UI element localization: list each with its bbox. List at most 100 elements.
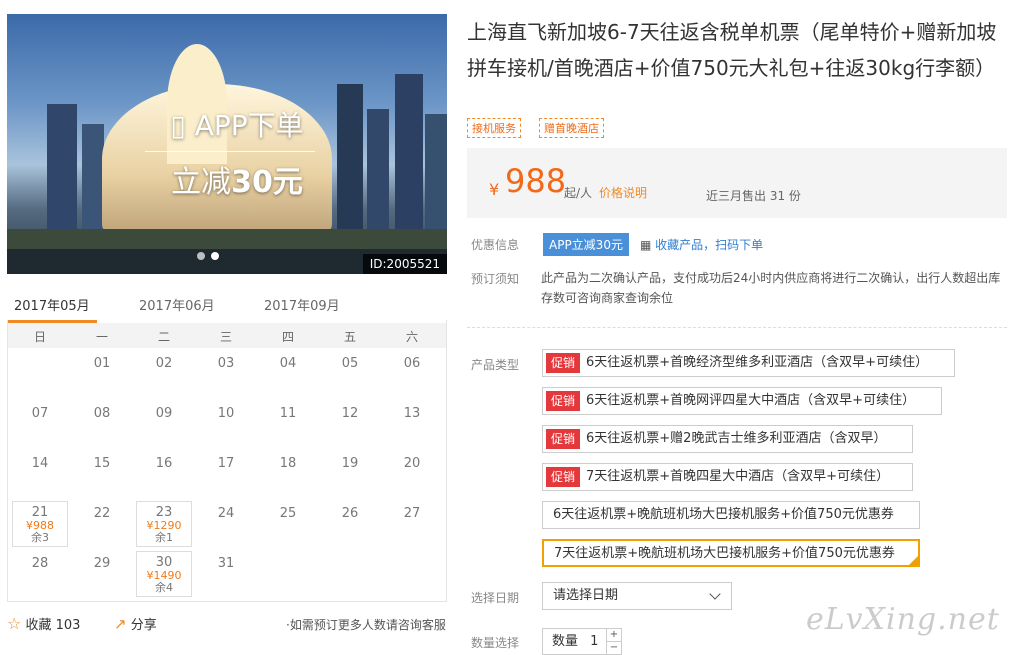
date-select[interactable]: 请选择日期 — [542, 582, 732, 610]
calendar-day: 01 — [93, 356, 111, 371]
share-icon: ↗ — [114, 615, 127, 633]
price-currency: ¥ — [489, 180, 500, 199]
date-label: 选择日期 — [471, 591, 520, 605]
promo-line2-prefix: 立减 — [171, 165, 232, 200]
product-type-option-text: 6天往返机票+首晚经济型维多利亚酒店（含双早+可续住） — [586, 355, 929, 370]
quantity-increment-button[interactable]: + — [606, 629, 621, 642]
calendar-day: 20 — [403, 456, 421, 471]
promo-badge: 促销 — [546, 353, 581, 373]
calendar-day: 12 — [341, 406, 359, 421]
calendar-day-remaining: 余4 — [155, 581, 173, 594]
selected-check-icon — [909, 556, 918, 565]
tag-pickup-service: 接机服务 — [467, 118, 521, 138]
calendar-day: 27 — [403, 506, 421, 521]
weekday-header: 四 — [281, 330, 294, 344]
phone-icon: ▯ — [170, 109, 186, 142]
carousel-dot[interactable] — [197, 252, 205, 260]
quantity-stepper[interactable]: 数量 1 + − — [542, 628, 622, 655]
quantity-prefix: 数量 — [552, 634, 579, 649]
promo-divider — [145, 151, 315, 152]
weekday-header: 二 — [157, 330, 170, 344]
calendar-day: 07 — [31, 406, 49, 421]
weekday-header: 一 — [95, 330, 108, 344]
notice-label: 预订须知 — [471, 272, 520, 286]
qr-code-icon: ▦ — [640, 238, 652, 252]
calendar-day: 24 — [217, 506, 235, 521]
promo-badge: 促销 — [546, 391, 581, 411]
calendar-day: 18 — [279, 456, 297, 471]
calendar-day-remaining: 余1 — [155, 531, 173, 544]
carousel-dot-active[interactable] — [211, 252, 219, 260]
product-type-option-text: 7天往返机票+首晚四星大中酒店（含双早+可续住） — [586, 469, 890, 484]
promo-badge: 促销 — [546, 429, 581, 449]
sold-count: 近三月售出 31 份 — [706, 189, 801, 203]
promo-line1-text: APP下单 — [194, 109, 304, 142]
favorite-button[interactable]: ☆ 收藏 103 — [7, 614, 80, 633]
weekday-header: 六 — [405, 330, 418, 344]
calendar-day: 25 — [279, 506, 297, 521]
app-discount-badge: APP立减30元 — [543, 233, 629, 256]
calendar-day: 11 — [279, 406, 297, 421]
product-type-option-text: 6天往返机票+赠2晚武吉士维多利亚酒店（含双早） — [586, 431, 887, 446]
calendar-day: 02 — [155, 356, 173, 371]
product-type-option-selected[interactable]: 7天往返机票+晚航班机场大巴接机服务+价值750元优惠券 — [542, 539, 920, 567]
promo-line-app-order: ▯ APP下单 — [147, 104, 327, 144]
product-title: 上海直飞新加坡6-7天往返含税单机票（尾单特价+赠新加坡拼车接机/首晚酒店+价值… — [467, 20, 997, 80]
star-icon: ☆ — [7, 614, 22, 633]
image-id-badge: ID:2005521 — [362, 254, 447, 274]
calendar-day-remaining: 余3 — [31, 531, 49, 544]
price-unit: 起/人 — [564, 186, 593, 200]
product-type-option[interactable]: 6天往返机票+晚航班机场大巴接机服务+价值750元优惠券 — [542, 501, 920, 529]
calendar-day: 14 — [31, 456, 49, 471]
discount-label: 优惠信息 — [471, 238, 520, 252]
consult-note: ·如需预订更多人数请咨询客服 — [286, 618, 446, 632]
product-type-option[interactable]: 促销 7天往返机票+首晚四星大中酒店（含双早+可续住） — [542, 463, 913, 491]
share-button[interactable]: ↗ 分享 — [114, 614, 157, 633]
tag-free-hotel: 赠首晚酒店 — [539, 118, 604, 138]
calendar-day: 03 — [217, 356, 235, 371]
calendar-day: 22 — [93, 506, 111, 521]
product-type-option-text: 6天往返机票+晚航班机场大巴接机服务+价值750元优惠券 — [553, 507, 894, 522]
calendar-day-available[interactable]: 23 ¥1290 余1 — [136, 501, 192, 547]
price-value: 988 — [505, 162, 567, 200]
price-description-link[interactable]: 价格说明 — [599, 184, 647, 201]
product-type-option[interactable]: 促销 6天往返机票+首晚网评四星大中酒店（含双早+可续住） — [542, 387, 942, 415]
product-hero-image[interactable]: ▯ APP下单 立减30元 ID:2005521 — [7, 14, 447, 274]
qr-link-text: 收藏产品，扫码下单 — [655, 238, 764, 252]
weekday-header: 日 — [33, 330, 46, 344]
section-divider — [467, 327, 1007, 328]
product-type-option-text: 6天往返机票+首晚网评四星大中酒店（含双早+可续住） — [586, 393, 916, 408]
calendar-day: 10 — [217, 406, 235, 421]
calendar-day: 26 — [341, 506, 359, 521]
date-select-value: 请选择日期 — [553, 588, 619, 603]
calendar-day-available[interactable]: 21 ¥988 余3 — [12, 501, 68, 547]
favorite-count: 103 — [55, 618, 81, 633]
product-type-option[interactable]: 促销 6天往返机票+首晚经济型维多利亚酒店（含双早+可续住） — [542, 349, 955, 377]
month-tab-2017-05[interactable]: 2017年05月 — [14, 295, 90, 314]
favorite-label: 收藏 — [25, 618, 52, 633]
share-label: 分享 — [130, 618, 157, 633]
product-type-option[interactable]: 促销 6天往返机票+赠2晚武吉士维多利亚酒店（含双早） — [542, 425, 913, 453]
calendar-day-available[interactable]: 30 ¥1490 余4 — [136, 551, 192, 597]
site-watermark: eLvXing.net — [806, 602, 1000, 637]
quantity-decrement-button[interactable]: − — [606, 642, 621, 654]
calendar-day: 16 — [155, 456, 173, 471]
month-tab-2017-06[interactable]: 2017年06月 — [139, 295, 215, 314]
chevron-down-icon — [709, 588, 721, 600]
promo-line2-amount: 30元 — [231, 165, 303, 200]
calendar-day-number: 30 — [155, 555, 173, 570]
quantity-value: 1 — [590, 634, 599, 649]
calendar-day: 08 — [93, 406, 111, 421]
calendar-day: 15 — [93, 456, 111, 471]
calendar-day-number: 23 — [155, 505, 173, 520]
notice-text: 此产品为二次确认产品，支付成功后24小时内供应商将进行二次确认，出行人数超出库存… — [541, 271, 1001, 305]
calendar-day: 09 — [155, 406, 173, 421]
product-type-option-text: 7天往返机票+晚航班机场大巴接机服务+价值750元优惠券 — [554, 546, 895, 561]
quantity-label: 数量选择 — [471, 636, 520, 650]
qr-order-link[interactable]: ▦ 收藏产品，扫码下单 — [640, 236, 763, 253]
calendar-day: 04 — [279, 356, 297, 371]
calendar-day: 17 — [217, 456, 235, 471]
month-tab-2017-09[interactable]: 2017年09月 — [264, 295, 340, 314]
calendar-day: 05 — [341, 356, 359, 371]
calendar-day: 13 — [403, 406, 421, 421]
